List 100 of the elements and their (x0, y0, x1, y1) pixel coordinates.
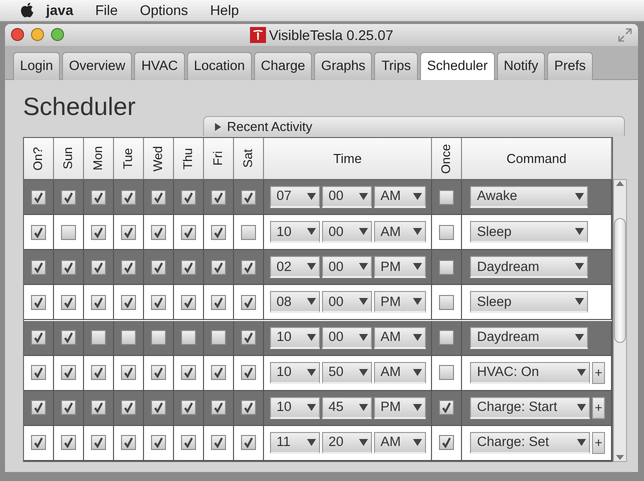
checkbox[interactable] (439, 294, 454, 310)
add-button[interactable]: + (592, 362, 605, 384)
minute-dropdown[interactable]: 00 (322, 326, 372, 349)
command-dropdown[interactable]: Sleep (470, 291, 588, 314)
add-button[interactable]: + (592, 396, 605, 419)
checkbox[interactable] (211, 294, 226, 310)
checkbox[interactable] (91, 365, 106, 380)
hour-dropdown[interactable]: 10 (270, 362, 320, 384)
ampm-dropdown[interactable]: PM (374, 291, 426, 314)
apple-menu-icon[interactable] (20, 2, 35, 19)
checkbox[interactable] (91, 435, 106, 450)
checkbox[interactable] (181, 435, 196, 450)
checkbox[interactable] (211, 260, 226, 275)
checkbox[interactable] (31, 294, 46, 310)
command-dropdown[interactable]: Daydream (470, 256, 588, 278)
hour-dropdown[interactable]: 08 (270, 291, 320, 314)
ampm-dropdown[interactable]: AM (374, 432, 426, 454)
tab[interactable]: Graphs (314, 52, 372, 80)
add-button[interactable]: + (592, 432, 605, 454)
scroll-up-icon[interactable] (616, 180, 624, 186)
tab[interactable]: Location (186, 52, 252, 80)
checkbox[interactable] (439, 435, 454, 450)
checkbox[interactable] (211, 435, 226, 450)
checkbox[interactable] (211, 190, 226, 205)
checkbox[interactable] (31, 260, 46, 275)
hour-dropdown[interactable]: 10 (270, 221, 320, 244)
fullscreen-icon[interactable] (618, 28, 632, 42)
checkbox[interactable] (151, 190, 166, 205)
minimize-button[interactable] (31, 28, 44, 41)
recent-activity-toggle[interactable]: Recent Activity (203, 116, 625, 136)
checkbox[interactable] (91, 224, 106, 240)
minute-dropdown[interactable]: 00 (322, 256, 372, 278)
menu-item[interactable]: File (84, 0, 129, 21)
tab[interactable]: Overview (62, 52, 132, 80)
checkbox[interactable] (181, 400, 196, 416)
command-dropdown[interactable]: Charge: Start (470, 396, 590, 419)
checkbox[interactable] (241, 190, 256, 205)
checkbox[interactable] (151, 330, 166, 346)
checkbox[interactable] (211, 224, 226, 240)
checkbox[interactable] (31, 435, 46, 450)
checkbox[interactable] (121, 260, 136, 275)
command-dropdown[interactable]: Daydream (470, 326, 588, 349)
checkbox[interactable] (439, 365, 454, 380)
hour-dropdown[interactable]: 10 (270, 326, 320, 349)
checkbox[interactable] (61, 260, 76, 275)
checkbox[interactable] (61, 294, 76, 310)
checkbox[interactable] (241, 365, 256, 380)
minute-dropdown[interactable]: 50 (322, 362, 372, 384)
checkbox[interactable] (31, 330, 46, 346)
hour-dropdown[interactable]: 11 (270, 432, 320, 454)
checkbox[interactable] (151, 365, 166, 380)
checkbox[interactable] (31, 365, 46, 380)
command-dropdown[interactable]: Awake (470, 186, 588, 208)
tab[interactable]: Scheduler (420, 52, 495, 80)
checkbox[interactable] (91, 190, 106, 205)
minute-dropdown[interactable]: 20 (322, 432, 372, 454)
checkbox[interactable] (181, 365, 196, 380)
checkbox[interactable] (241, 330, 256, 346)
checkbox[interactable] (241, 400, 256, 416)
checkbox[interactable] (61, 190, 76, 205)
ampm-dropdown[interactable]: PM (374, 396, 426, 419)
checkbox[interactable] (61, 365, 76, 380)
checkbox[interactable] (151, 435, 166, 450)
ampm-dropdown[interactable]: AM (374, 326, 426, 349)
ampm-dropdown[interactable]: AM (374, 362, 426, 384)
checkbox[interactable] (181, 224, 196, 240)
checkbox[interactable] (91, 330, 106, 346)
minute-dropdown[interactable]: 00 (322, 221, 372, 244)
tab[interactable]: Login (13, 52, 60, 80)
checkbox[interactable] (31, 190, 46, 205)
menu-item[interactable]: Options (128, 0, 200, 21)
tab[interactable]: HVAC (134, 52, 185, 80)
checkbox[interactable] (31, 400, 46, 416)
command-dropdown[interactable]: HVAC: On (470, 362, 590, 384)
checkbox[interactable] (439, 400, 454, 416)
checkbox[interactable] (211, 365, 226, 380)
checkbox[interactable] (91, 400, 106, 416)
checkbox[interactable] (241, 224, 256, 240)
menu-item[interactable]: java (35, 0, 84, 21)
tab[interactable]: Trips (374, 52, 418, 80)
close-button[interactable] (11, 28, 24, 41)
checkbox[interactable] (121, 294, 136, 310)
minute-dropdown[interactable]: 00 (322, 186, 372, 208)
checkbox[interactable] (241, 260, 256, 275)
hour-dropdown[interactable]: 07 (270, 186, 320, 208)
checkbox[interactable] (61, 330, 76, 346)
checkbox[interactable] (121, 365, 136, 380)
checkbox[interactable] (31, 224, 46, 240)
checkbox[interactable] (439, 260, 454, 275)
checkbox[interactable] (241, 294, 256, 310)
zoom-button[interactable] (51, 28, 64, 41)
tab[interactable]: Charge (254, 52, 312, 80)
checkbox[interactable] (181, 330, 196, 346)
checkbox[interactable] (61, 435, 76, 450)
ampm-dropdown[interactable]: PM (374, 256, 426, 278)
hour-dropdown[interactable]: 10 (270, 396, 320, 419)
tab[interactable]: Prefs (547, 52, 593, 80)
checkbox[interactable] (121, 224, 136, 240)
checkbox[interactable] (91, 294, 106, 310)
ampm-dropdown[interactable]: AM (374, 221, 426, 244)
